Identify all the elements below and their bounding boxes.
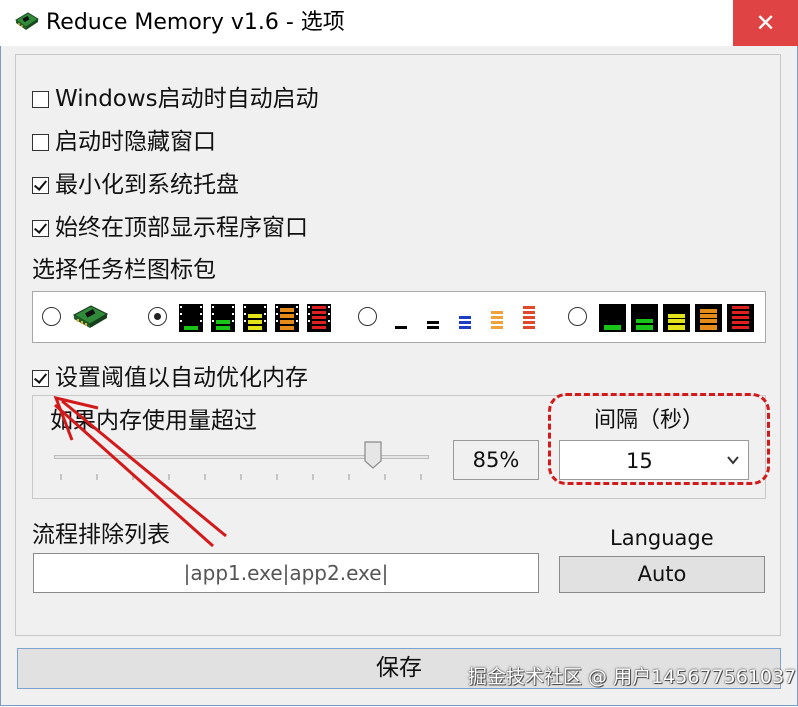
icon-pack-radio-0[interactable] bbox=[42, 307, 61, 326]
start-hidden-option[interactable]: 启动时隐藏窗口 bbox=[32, 126, 216, 158]
bar-pack-black-icon bbox=[179, 304, 331, 332]
minimize-to-tray-label: 最小化到系统托盘 bbox=[55, 172, 239, 198]
bar-pack-dark-icon bbox=[599, 304, 754, 332]
always-on-top-label: 始终在顶部显示程序窗口 bbox=[55, 215, 308, 241]
slider-ticks bbox=[60, 474, 422, 480]
language-button[interactable]: Auto bbox=[559, 556, 765, 593]
start-with-windows-option[interactable]: Windows启动时自动启动 bbox=[32, 83, 319, 115]
always-on-top-checkbox[interactable] bbox=[32, 219, 49, 237]
threshold-option[interactable]: 设置阈值以自动优化内存 bbox=[32, 362, 308, 394]
title-bar: Reduce Memory v1.6 - 选项 ✕ bbox=[0, 0, 798, 46]
minimize-to-tray-checkbox[interactable] bbox=[32, 176, 49, 194]
icon-pack-radio-2[interactable] bbox=[358, 307, 377, 326]
start-hidden-checkbox[interactable] bbox=[32, 133, 49, 151]
ram-chip-app-icon bbox=[15, 12, 39, 30]
chip-icon bbox=[72, 305, 109, 328]
threshold-checkbox[interactable] bbox=[32, 369, 49, 387]
watermark-text: 掘金技术社区 @ 用户1456775610​37 bbox=[468, 666, 797, 688]
usage-threshold-label: 如果内存使用量超过 bbox=[50, 408, 257, 434]
icon-pack-label: 选择任务栏图标包 bbox=[32, 257, 216, 283]
icon-pack-selector bbox=[32, 291, 766, 343]
threshold-slider-thumb[interactable] bbox=[364, 441, 382, 469]
exclude-list-label: 流程排除列表 bbox=[32, 522, 170, 548]
minimize-to-tray-option[interactable]: 最小化到系统托盘 bbox=[32, 169, 239, 201]
close-button[interactable]: ✕ bbox=[733, 0, 798, 46]
start-with-windows-checkbox[interactable] bbox=[32, 90, 49, 108]
icon-pack-radio-1[interactable] bbox=[148, 307, 167, 326]
interval-select[interactable]: 15 bbox=[559, 440, 749, 480]
chevron-down-icon bbox=[727, 456, 739, 465]
interval-label: 间隔（秒） bbox=[594, 408, 705, 433]
threshold-percent-display: 85% bbox=[453, 440, 539, 480]
bar-pack-white-icon bbox=[395, 306, 535, 329]
start-with-windows-label: Windows启动时自动启动 bbox=[55, 86, 319, 112]
window-title: Reduce Memory v1.6 - 选项 bbox=[46, 10, 345, 35]
exclude-list-input[interactable]: |app1.exe|app2.exe| bbox=[33, 553, 539, 593]
icon-pack-radio-3[interactable] bbox=[568, 307, 587, 326]
start-hidden-label: 启动时隐藏窗口 bbox=[55, 129, 216, 155]
language-label: Language bbox=[610, 526, 714, 550]
interval-value: 15 bbox=[626, 449, 653, 473]
threshold-label: 设置阈值以自动优化内存 bbox=[55, 365, 308, 391]
always-on-top-option[interactable]: 始终在顶部显示程序窗口 bbox=[32, 212, 308, 244]
close-icon: ✕ bbox=[755, 9, 776, 37]
